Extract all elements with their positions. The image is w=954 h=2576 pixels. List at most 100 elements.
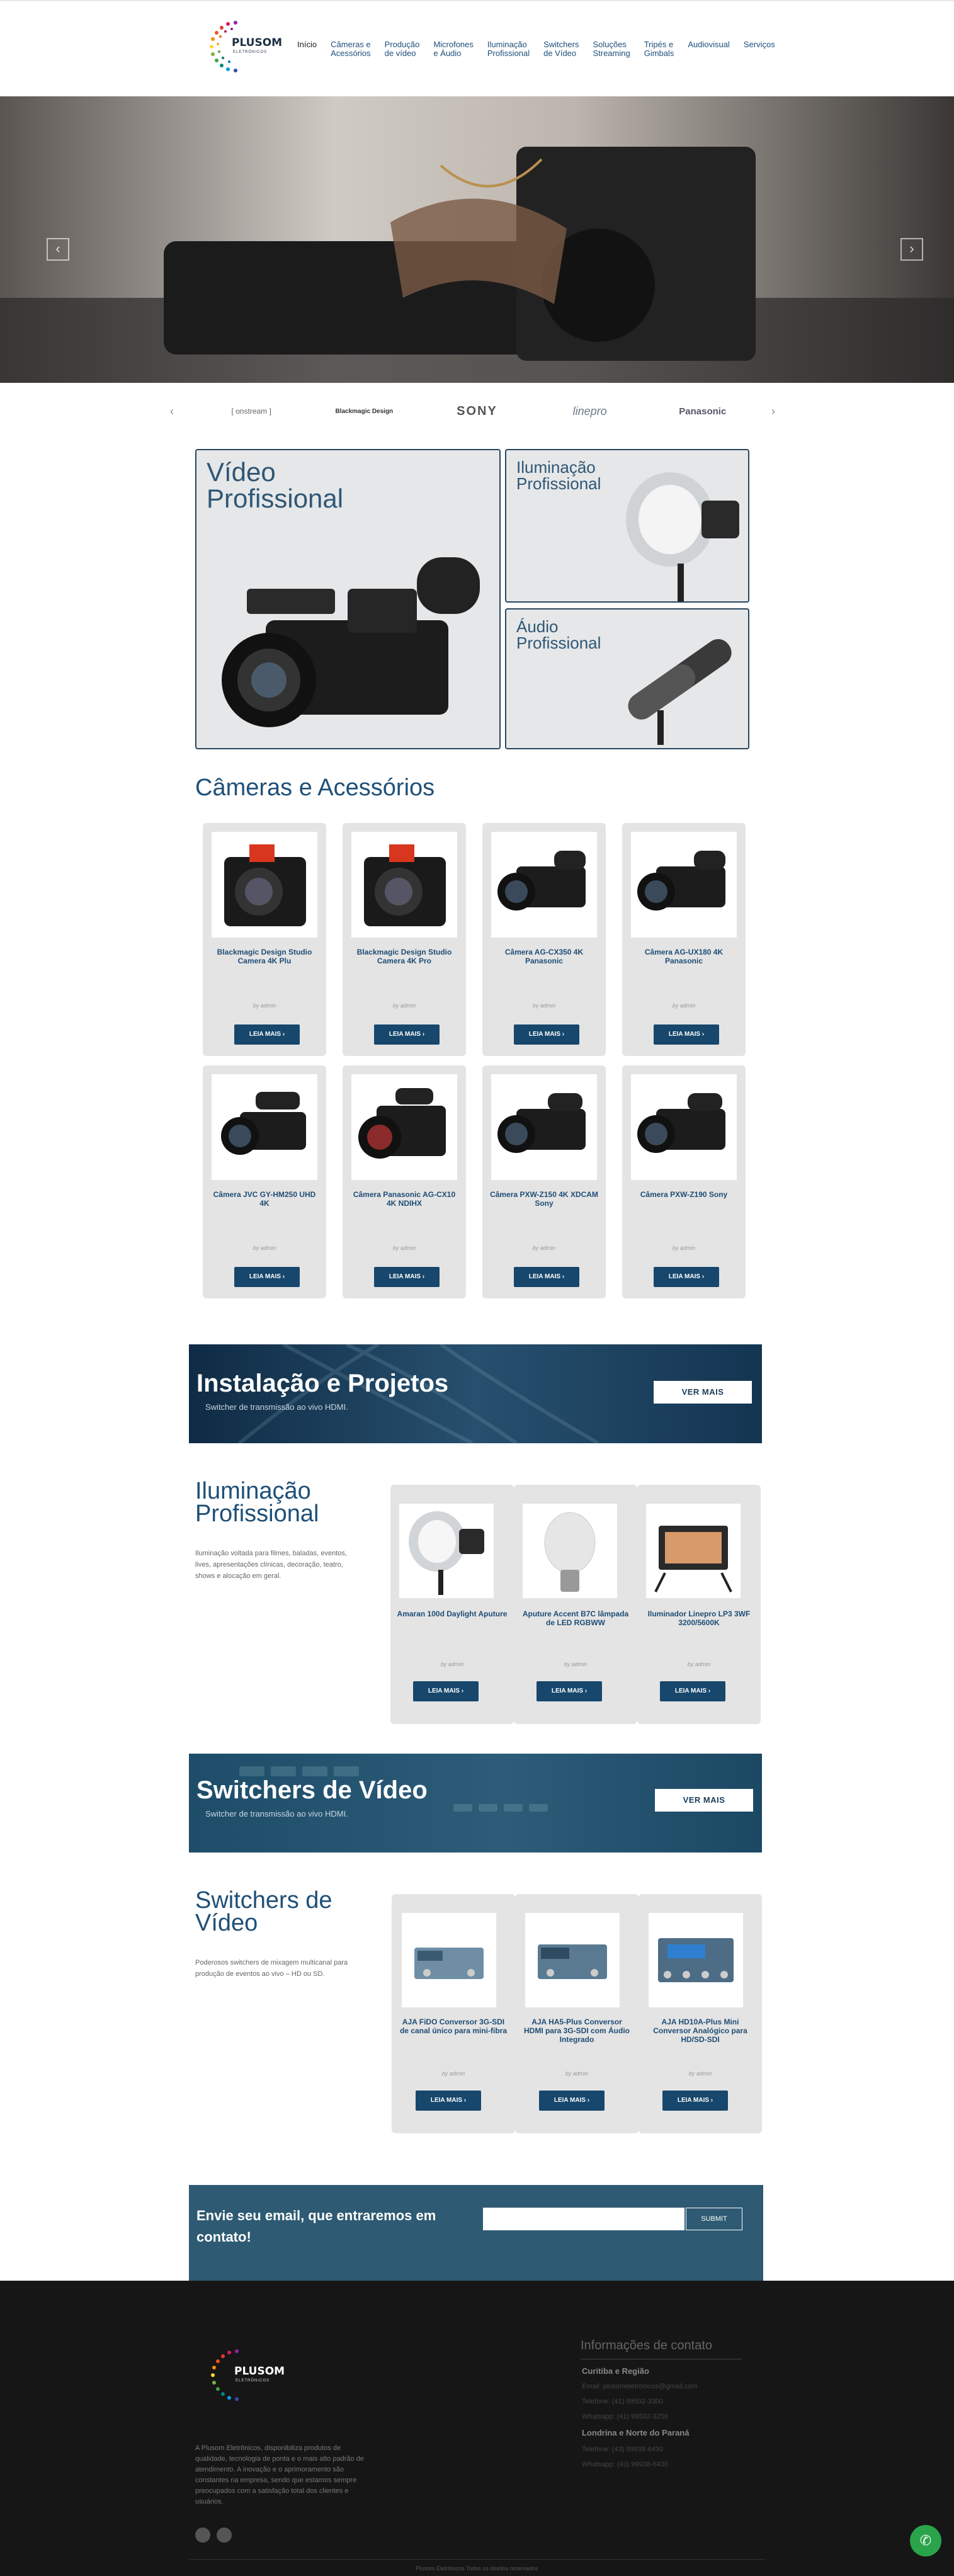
product-author: by admin <box>672 1002 696 1009</box>
feature-lighting-title: Iluminação Profissional <box>516 458 601 493</box>
facebook-icon[interactable] <box>195 2528 210 2543</box>
footer-region-curitiba: Curitiba e Região <box>582 2366 649 2376</box>
nav-iluminacao[interactable]: Iluminação Profissional <box>487 40 530 58</box>
product-card: AJA HA5-Plus Conversor HDMI para 3G-SDI … <box>515 1894 639 2133</box>
feature-audio[interactable]: Áudio Profissional <box>505 608 749 749</box>
footer-logo[interactable]: PLUSOM ELETRÔNICOS <box>204 2342 285 2418</box>
nav-cameras[interactable]: Câmeras e Acessórios <box>331 40 371 58</box>
footer-about: A Plusom Eletrônicos, disponibiliza prod… <box>195 2444 364 2505</box>
read-more-button[interactable]: LEIA MAIS › <box>662 2091 728 2111</box>
read-more-button[interactable]: LEIA MAIS › <box>537 1681 602 1701</box>
product-author: by admin <box>564 1661 588 1667</box>
read-more-button[interactable]: LEIA MAIS › <box>413 1681 479 1701</box>
nav-microfones[interactable]: Microfones e Áudio <box>433 40 474 58</box>
nav-inicio[interactable]: Início <box>297 40 317 49</box>
banner-installation-button[interactable]: VER MAIS <box>654 1381 752 1404</box>
footer-bottom-divider <box>189 2559 765 2560</box>
nav-audiovisual[interactable]: Audiovisual <box>688 40 730 49</box>
product-image[interactable] <box>491 832 597 938</box>
product-name[interactable]: Câmera PXW-Z190 Sony <box>628 1190 739 1199</box>
product-image[interactable] <box>491 1074 597 1180</box>
footer-logo-brand: PLUSOM <box>234 2365 285 2378</box>
product-name[interactable]: Blackmagic Design Studio Camera 4K Plu <box>209 948 320 965</box>
read-more-button[interactable]: LEIA MAIS › <box>514 1267 579 1287</box>
banner-switchers-button[interactable]: VER MAIS <box>655 1789 753 1812</box>
product-card: Câmera PXW-Z150 4K XDCAM Sony by admin L… <box>482 1065 606 1298</box>
footer-phone-1[interactable]: Telefone: (41) 99502-3300 <box>582 2398 663 2405</box>
product-image[interactable] <box>402 1913 496 2007</box>
banner-switchers-subtitle: Switcher de transmissão ao vivo HDMI. <box>205 1809 348 1819</box>
footer-whatsapp-1[interactable]: Whatsapp: (41) 99502-3256 <box>582 2413 668 2420</box>
product-image[interactable] <box>212 1074 317 1180</box>
read-more-button[interactable]: LEIA MAIS › <box>654 1267 719 1287</box>
product-image[interactable] <box>631 1074 737 1180</box>
main-nav: Início Câmeras e Acessórios Produção de … <box>297 40 775 58</box>
nav-servicos[interactable]: Serviços <box>744 40 775 49</box>
nav-streaming[interactable]: Soluções Streaming <box>593 40 630 58</box>
brand-next-icon[interactable]: › <box>771 405 784 418</box>
newsletter-email-input[interactable] <box>483 2208 684 2230</box>
product-image[interactable] <box>523 1504 617 1598</box>
read-more-button[interactable]: LEIA MAIS › <box>514 1024 579 1045</box>
product-card: Câmera PXW-Z190 Sony by admin LEIA MAIS … <box>622 1065 746 1298</box>
feature-video[interactable]: Vídeo Profissional <box>195 449 501 749</box>
instagram-icon[interactable] <box>217 2528 232 2543</box>
newsletter-submit-button[interactable]: SUBMIT <box>686 2208 742 2230</box>
product-name[interactable]: Câmera AG-CX350 4K Panasonic <box>489 948 599 965</box>
phone-icon: ✆ <box>919 2533 932 2548</box>
site-header: PLUSOM ELETRÔNICOS Início Câmeras e Aces… <box>0 0 954 96</box>
footer-phone-2[interactable]: Telefone: (43) 99938-6430 <box>582 2446 663 2453</box>
brand-carousel: ‹ [ onstream ] Blackmagic Design SONY li… <box>170 395 784 427</box>
product-name[interactable]: AJA FiDO Conversor 3G-SDI de canal único… <box>398 2017 509 2035</box>
product-card: Iluminador Linepro LP3 3WF 3200/5600K by… <box>637 1485 761 1724</box>
product-name[interactable]: AJA HD10A-Plus Mini Conversor Analógico … <box>645 2017 756 2044</box>
lighting-description: Iluminação voltada para filmes, baladas,… <box>195 1550 347 1580</box>
product-author: by admin <box>440 1661 464 1667</box>
product-name[interactable]: Câmera JVC GY-HM250 UHD 4K <box>209 1190 320 1208</box>
product-name[interactable]: Blackmagic Design Studio Camera 4K Pro <box>349 948 460 965</box>
product-name[interactable]: Câmera PXW-Z150 4K XDCAM Sony <box>489 1190 599 1208</box>
lighting-title: Iluminação Profissional <box>195 1478 319 1527</box>
product-image[interactable] <box>525 1913 620 2007</box>
feature-lighting[interactable]: Iluminação Profissional <box>505 449 749 603</box>
read-more-button[interactable]: LEIA MAIS › <box>660 1681 725 1701</box>
nav-producao[interactable]: Produção de vídeo <box>385 40 420 58</box>
read-more-button[interactable]: LEIA MAIS › <box>374 1267 440 1287</box>
brand-prev-icon[interactable]: ‹ <box>170 405 183 418</box>
feature-video-title: Vídeo Profissional <box>207 457 344 513</box>
read-more-button[interactable]: LEIA MAIS › <box>539 2091 605 2111</box>
product-name[interactable]: Amaran 100d Daylight Aputure <box>397 1609 508 1618</box>
read-more-button[interactable]: LEIA MAIS › <box>416 2091 481 2111</box>
product-image[interactable] <box>631 832 737 938</box>
footer-logo-sub: ELETRÔNICOS <box>236 2379 270 2383</box>
product-image[interactable] <box>649 1913 743 2007</box>
hero-next-arrow[interactable]: › <box>900 238 923 261</box>
product-author: by admin <box>392 1002 416 1009</box>
footer-email[interactable]: Email: plusomeletronicos@gmail.com <box>582 2383 698 2390</box>
footer-whatsapp-2[interactable]: Whatsapp: (43) 99938-6430 <box>582 2461 668 2468</box>
whatsapp-float-button[interactable]: ✆ <box>910 2525 941 2556</box>
product-card: Aputure Accent B7C lâmpada de LED RGBWW … <box>514 1485 637 1724</box>
site-logo[interactable]: PLUSOM ELETRÔNICOS <box>203 15 282 84</box>
read-more-button[interactable]: LEIA MAIS › <box>654 1024 719 1045</box>
product-image[interactable] <box>351 1074 457 1180</box>
nav-switchers[interactable]: Switchers de Vídeo <box>543 40 579 58</box>
read-more-button[interactable]: LEIA MAIS › <box>234 1024 300 1045</box>
product-image[interactable] <box>212 832 317 938</box>
product-name[interactable]: AJA HA5-Plus Conversor HDMI para 3G-SDI … <box>521 2017 632 2044</box>
product-image[interactable] <box>399 1504 494 1598</box>
product-name[interactable]: Câmera AG-UX180 4K Panasonic <box>628 948 739 965</box>
studio-light-icon <box>626 472 739 601</box>
brand-onstream: [ onstream ] <box>231 407 271 416</box>
product-name[interactable]: Aputure Accent B7C lâmpada de LED RGBWW <box>520 1609 631 1627</box>
product-image[interactable] <box>646 1504 741 1598</box>
read-more-button[interactable]: LEIA MAIS › <box>374 1024 440 1045</box>
product-card: Câmera AG-UX180 4K Panasonic by admin LE… <box>622 823 746 1056</box>
product-name[interactable]: Iluminador Linepro LP3 3WF 3200/5600K <box>644 1609 754 1627</box>
nav-tripes[interactable]: Tripés e Gimbals <box>644 40 674 58</box>
product-name[interactable]: Câmera Panasonic AG-CX10 4K NDIHX <box>349 1190 460 1208</box>
brand-sony: SONY <box>457 404 497 418</box>
read-more-button[interactable]: LEIA MAIS › <box>234 1267 300 1287</box>
hero-prev-arrow[interactable]: ‹ <box>47 238 69 261</box>
product-image[interactable] <box>351 832 457 938</box>
